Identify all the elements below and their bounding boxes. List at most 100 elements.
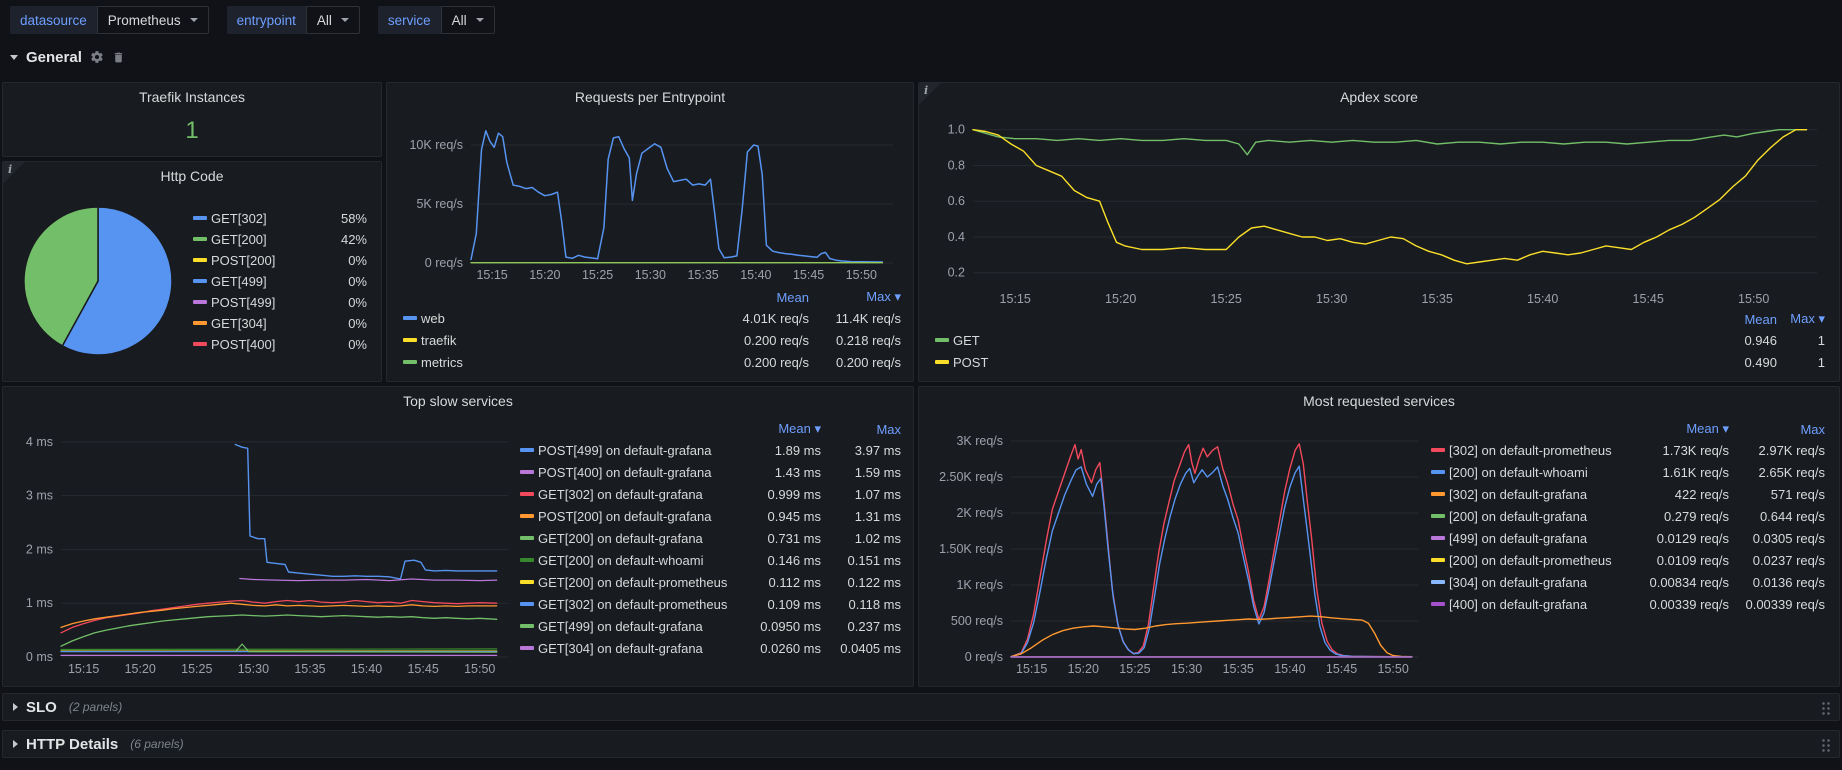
row-header-http-details[interactable]: HTTP Details (6 panels) bbox=[2, 730, 1840, 758]
series-toggle[interactable]: [200] on default-whoami bbox=[1449, 465, 1633, 480]
series-toggle[interactable]: [302] on default-prometheus bbox=[1449, 443, 1633, 458]
gear-icon[interactable] bbox=[90, 50, 104, 64]
panel-menu-requests[interactable]: Requests per Entrypoint bbox=[387, 83, 913, 111]
series-toggle[interactable]: GET[200] on default-grafana bbox=[538, 531, 741, 546]
legend-sort-max[interactable]: Max bbox=[1729, 422, 1825, 437]
svg-text:2 ms: 2 ms bbox=[26, 542, 53, 556]
legend-sort-max[interactable]: Max bbox=[821, 422, 901, 437]
series-color-swatch bbox=[520, 536, 534, 540]
requests-legend: web 4.01K req/s 11.4K req/s traefik 0.20… bbox=[403, 307, 901, 373]
legend-row: GET[304] on default-grafana 0.0260 ms 0.… bbox=[520, 637, 901, 659]
series-toggle[interactable]: [499] on default-grafana bbox=[1449, 531, 1633, 546]
svg-text:15:25: 15:25 bbox=[1211, 292, 1242, 306]
series-toggle[interactable]: [302] on default-grafana bbox=[1449, 487, 1633, 502]
series-toggle[interactable]: GET[302] on default-prometheus bbox=[538, 597, 741, 612]
series-toggle[interactable]: POST[200] on default-grafana bbox=[538, 509, 741, 524]
svg-text:0.4: 0.4 bbox=[948, 230, 965, 244]
svg-text:15:45: 15:45 bbox=[1326, 662, 1357, 676]
series-toggle[interactable]: GET bbox=[953, 333, 1685, 348]
series-toggle[interactable]: [304] on default-grafana bbox=[1449, 575, 1633, 590]
row-title-slo: SLO bbox=[26, 699, 57, 716]
row-drag-handle[interactable] bbox=[1821, 701, 1832, 716]
top-slow-chart[interactable]: 0 ms1 ms2 ms3 ms4 ms15:1515:2015:2515:30… bbox=[11, 415, 520, 677]
series-toggle[interactable]: [400] on default-grafana bbox=[1449, 597, 1633, 612]
series-toggle[interactable]: POST[200] bbox=[211, 253, 323, 268]
series-color-swatch bbox=[520, 624, 534, 628]
legend-sort-max[interactable]: Max ▾ bbox=[809, 289, 901, 305]
series-toggle[interactable]: GET[200] on default-prometheus bbox=[538, 575, 741, 590]
series-max-value: 1 bbox=[1777, 333, 1825, 348]
series-toggle[interactable]: POST[400] on default-grafana bbox=[538, 465, 741, 480]
series-mean-value: 1.89 ms bbox=[741, 443, 821, 458]
legend-sort-mean[interactable]: Mean ▾ bbox=[741, 421, 821, 437]
series-toggle[interactable]: GET[302] on default-grafana bbox=[538, 487, 741, 502]
row-header-general[interactable]: General bbox=[10, 44, 125, 70]
series-toggle[interactable]: web bbox=[421, 311, 717, 326]
svg-text:15:50: 15:50 bbox=[1378, 662, 1409, 676]
legend-row: GET[200] on default-grafana 0.731 ms 1.0… bbox=[520, 527, 901, 549]
series-color-swatch bbox=[520, 602, 534, 606]
series-mean-value: 0.731 ms bbox=[741, 531, 821, 546]
svg-text:15:20: 15:20 bbox=[1105, 292, 1136, 306]
series-toggle[interactable]: traefik bbox=[421, 333, 717, 348]
series-color-swatch bbox=[520, 492, 534, 496]
series-toggle[interactable]: POST[400] bbox=[211, 337, 323, 352]
series-mean-value: 0.0950 ms bbox=[741, 619, 821, 634]
variable-picker-entrypoint[interactable]: All bbox=[306, 6, 360, 34]
panel-top-slow-services: Top slow services 0 ms1 ms2 ms3 ms4 ms15… bbox=[2, 386, 914, 687]
variable-entrypoint: entrypoint All bbox=[227, 6, 360, 34]
panel-info-icon[interactable]: i bbox=[919, 83, 941, 105]
row-drag-handle[interactable] bbox=[1821, 738, 1832, 753]
series-toggle[interactable]: GET[304] on default-grafana bbox=[538, 641, 741, 656]
series-max-value: 0.122 ms bbox=[821, 575, 901, 590]
series-toggle[interactable]: GET[200] on default-whoami bbox=[538, 553, 741, 568]
panel-info-icon[interactable]: i bbox=[3, 162, 25, 184]
most-requested-chart[interactable]: 0 req/s500 req/s1K req/s1.50K req/s2K re… bbox=[927, 415, 1431, 677]
requests-chart[interactable]: 0 req/s5K req/s10K req/s15:1515:2015:251… bbox=[395, 111, 905, 283]
series-mean-value: 0.0129 req/s bbox=[1633, 531, 1729, 546]
panel-title: Top slow services bbox=[403, 393, 513, 409]
legend-row: GET[304] 0% bbox=[193, 313, 367, 334]
series-color-swatch bbox=[935, 338, 949, 342]
svg-text:15:30: 15:30 bbox=[1171, 662, 1202, 676]
variable-picker-datasource[interactable]: Prometheus bbox=[97, 6, 209, 34]
legend-sort-mean[interactable]: Mean ▾ bbox=[1633, 421, 1729, 437]
series-toggle[interactable]: [200] on default-prometheus bbox=[1449, 553, 1633, 568]
svg-text:0 req/s: 0 req/s bbox=[965, 650, 1003, 664]
series-max-value: 1.02 ms bbox=[821, 531, 901, 546]
series-toggle[interactable]: [200] on default-grafana bbox=[1449, 509, 1633, 524]
chevron-right-icon bbox=[13, 703, 18, 711]
series-max-value: 1.31 ms bbox=[821, 509, 901, 524]
apdex-chart[interactable]: 0.20.40.60.81.015:1515:2015:2515:3015:35… bbox=[929, 111, 1829, 307]
legend-sort-mean[interactable]: Mean bbox=[1685, 312, 1777, 327]
panel-menu-most-requested[interactable]: Most requested services bbox=[919, 387, 1839, 415]
trash-icon[interactable] bbox=[112, 51, 125, 64]
series-percent: 0% bbox=[323, 253, 367, 268]
series-toggle[interactable]: metrics bbox=[421, 355, 717, 370]
series-max-value: 0.0237 req/s bbox=[1729, 553, 1825, 568]
svg-text:15:35: 15:35 bbox=[1223, 662, 1254, 676]
panel-menu-top-slow[interactable]: Top slow services bbox=[3, 387, 913, 415]
variable-picker-service[interactable]: All bbox=[441, 6, 495, 34]
series-toggle[interactable]: GET[200] bbox=[211, 232, 323, 247]
panel-menu-apdex[interactable]: Apdex score bbox=[919, 83, 1839, 111]
series-toggle[interactable]: POST bbox=[953, 355, 1685, 370]
row-header-slo[interactable]: SLO (2 panels) bbox=[2, 693, 1840, 721]
series-toggle[interactable]: POST[499] on default-grafana bbox=[538, 443, 741, 458]
svg-text:0.6: 0.6 bbox=[948, 194, 965, 208]
series-toggle[interactable]: GET[499] bbox=[211, 274, 323, 289]
series-percent: 0% bbox=[323, 337, 367, 352]
variable-service: service All bbox=[378, 6, 495, 34]
series-toggle[interactable]: GET[302] bbox=[211, 211, 323, 226]
panel-menu-traefik-instances[interactable]: Traefik Instances bbox=[3, 83, 381, 111]
panel-menu-http-code[interactable]: Http Code bbox=[3, 162, 381, 190]
series-toggle[interactable]: GET[499] on default-grafana bbox=[538, 619, 741, 634]
legend-sort-max[interactable]: Max ▾ bbox=[1777, 311, 1825, 327]
legend-row: GET[302] 58% bbox=[193, 208, 367, 229]
series-toggle[interactable]: GET[304] bbox=[211, 316, 323, 331]
legend-row: POST[499] 0% bbox=[193, 292, 367, 313]
series-toggle[interactable]: POST[499] bbox=[211, 295, 323, 310]
panel-most-requested-services: Most requested services 0 req/s500 req/s… bbox=[918, 386, 1840, 687]
legend-header: Mean ▾ Max bbox=[1431, 419, 1825, 439]
legend-sort-mean[interactable]: Mean bbox=[717, 290, 809, 305]
